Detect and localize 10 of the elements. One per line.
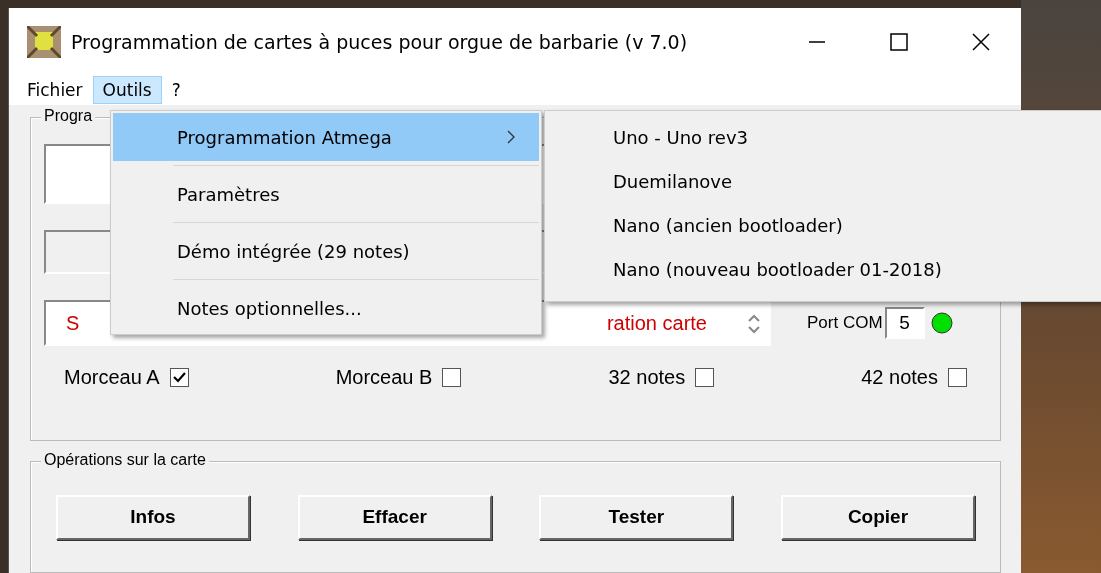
checkbox-label: 42 notes bbox=[861, 366, 938, 389]
checkbox-label: Morceau A bbox=[64, 366, 160, 389]
status-text: S bbox=[66, 311, 80, 335]
status-text: ration carte bbox=[606, 311, 707, 335]
port-label: Port COM bbox=[807, 313, 883, 333]
group-title: Opérations sur la carte bbox=[41, 451, 209, 469]
window-title: Programmation de cartes à puces pour orgue de barbarie (v 7.0) bbox=[71, 30, 688, 53]
checkbox-label: 32 notes bbox=[608, 366, 686, 389]
checkbox-label: Morceau B bbox=[335, 366, 433, 389]
group-title: Progra bbox=[41, 107, 96, 125]
